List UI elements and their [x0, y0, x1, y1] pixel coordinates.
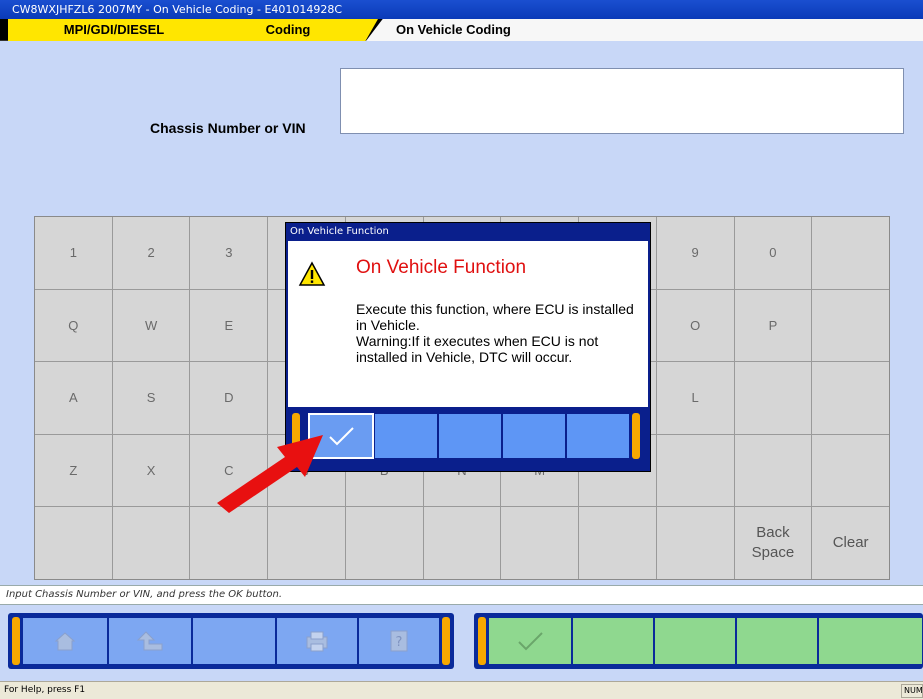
key-o[interactable]: O: [656, 289, 734, 362]
key-p[interactable]: P: [734, 289, 812, 362]
toolbar-blank-button[interactable]: [192, 617, 276, 665]
dialog-body: On Vehicle Function Execute this functio…: [288, 241, 648, 407]
key-blank[interactable]: [190, 507, 268, 579]
key-blank[interactable]: [812, 362, 889, 434]
key-clear[interactable]: Clear: [812, 507, 889, 579]
key-e[interactable]: E: [190, 289, 268, 362]
toolbar-right: [474, 613, 923, 669]
vin-input[interactable]: [340, 68, 904, 134]
warning-icon: [298, 261, 326, 286]
key-9[interactable]: 9: [656, 217, 734, 289]
key-blank[interactable]: [812, 289, 889, 362]
breadcrumb-on-vehicle-coding: On Vehicle Coding: [366, 19, 923, 41]
key-blank[interactable]: [501, 507, 579, 579]
key-blank[interactable]: [734, 362, 812, 434]
back-icon: [136, 631, 163, 651]
key-blank[interactable]: [656, 507, 734, 579]
back-button[interactable]: [108, 617, 192, 665]
print-icon: [306, 631, 328, 652]
toolbar-left-cap: [12, 617, 20, 665]
instruction-text: Input Chassis Number or VIN, and press t…: [6, 589, 283, 600]
key-x[interactable]: X: [112, 434, 190, 507]
key-3[interactable]: 3: [190, 217, 268, 289]
on-vehicle-function-dialog: On Vehicle Function On Vehicle Function …: [285, 222, 651, 472]
toolbar-right-button-3[interactable]: [654, 617, 736, 665]
toolbar-left: ?: [8, 613, 454, 669]
key-blank[interactable]: [345, 507, 423, 579]
instruction-bar: Input Chassis Number or VIN, and press t…: [0, 585, 923, 605]
dialog-button-4[interactable]: [502, 413, 566, 459]
key-s[interactable]: S: [112, 362, 190, 434]
dialog-button-bar: [288, 409, 648, 461]
key-a[interactable]: A: [35, 362, 112, 434]
help-button[interactable]: ?: [358, 617, 440, 665]
toolbar-right-button-4[interactable]: [736, 617, 818, 665]
key-w[interactable]: W: [112, 289, 190, 362]
home-button[interactable]: [22, 617, 108, 665]
key-back-space[interactable]: Back Space: [734, 507, 812, 579]
key-blank[interactable]: [734, 434, 812, 507]
key-blank[interactable]: [423, 507, 501, 579]
key-blank[interactable]: [656, 434, 734, 507]
dialog-button-5[interactable]: [566, 413, 630, 459]
annotation-arrow-icon: [217, 435, 323, 513]
dialog-button-3[interactable]: [438, 413, 502, 459]
help-icon: ?: [390, 630, 408, 652]
svg-text:?: ?: [396, 635, 403, 650]
key-blank[interactable]: [35, 507, 112, 579]
key-l[interactable]: L: [656, 362, 734, 434]
breadcrumb-mpi-gdi-diesel[interactable]: MPI/GDI/DIESEL: [8, 19, 220, 41]
key-blank[interactable]: [268, 507, 345, 579]
key-2[interactable]: 2: [112, 217, 190, 289]
check-icon: [518, 632, 543, 651]
key-blank[interactable]: [579, 507, 656, 579]
breadcrumb: MPI/GDI/DIESEL Coding On Vehicle Coding: [0, 19, 923, 41]
home-icon: [54, 632, 76, 651]
key-blank[interactable]: [112, 507, 190, 579]
help-text: For Help, press F1: [4, 685, 86, 695]
ok-button[interactable]: [488, 617, 572, 665]
dialog-bar-cap-right: [632, 413, 640, 459]
num-lock-indicator: NUM: [901, 684, 923, 698]
toolbar-left-cap-right: [442, 617, 450, 665]
dialog-title: On Vehicle Function: [290, 226, 389, 237]
window-title: CW8WXJHFZL6 2007MY - On Vehicle Coding -…: [0, 0, 923, 19]
key-z[interactable]: Z: [35, 434, 112, 507]
vin-label: Chassis Number or VIN: [150, 120, 306, 136]
key-q[interactable]: Q: [35, 289, 112, 362]
status-bar: For Help, press F1 NUM: [0, 681, 923, 699]
breadcrumb-coding[interactable]: Coding: [198, 19, 378, 41]
dialog-button-2[interactable]: [374, 413, 438, 459]
key-1[interactable]: 1: [35, 217, 112, 289]
toolbar-right-cap: [478, 617, 486, 665]
dialog-message: Execute this function, where ECU is inst…: [356, 301, 634, 365]
toolbar-right-button-2[interactable]: [572, 617, 654, 665]
toolbar-right-button-5[interactable]: [818, 617, 923, 665]
dialog-heading: On Vehicle Function: [356, 257, 527, 278]
key-blank[interactable]: [812, 217, 889, 289]
print-button[interactable]: [276, 617, 358, 665]
key-blank[interactable]: [812, 434, 889, 507]
key-0[interactable]: 0: [734, 217, 812, 289]
